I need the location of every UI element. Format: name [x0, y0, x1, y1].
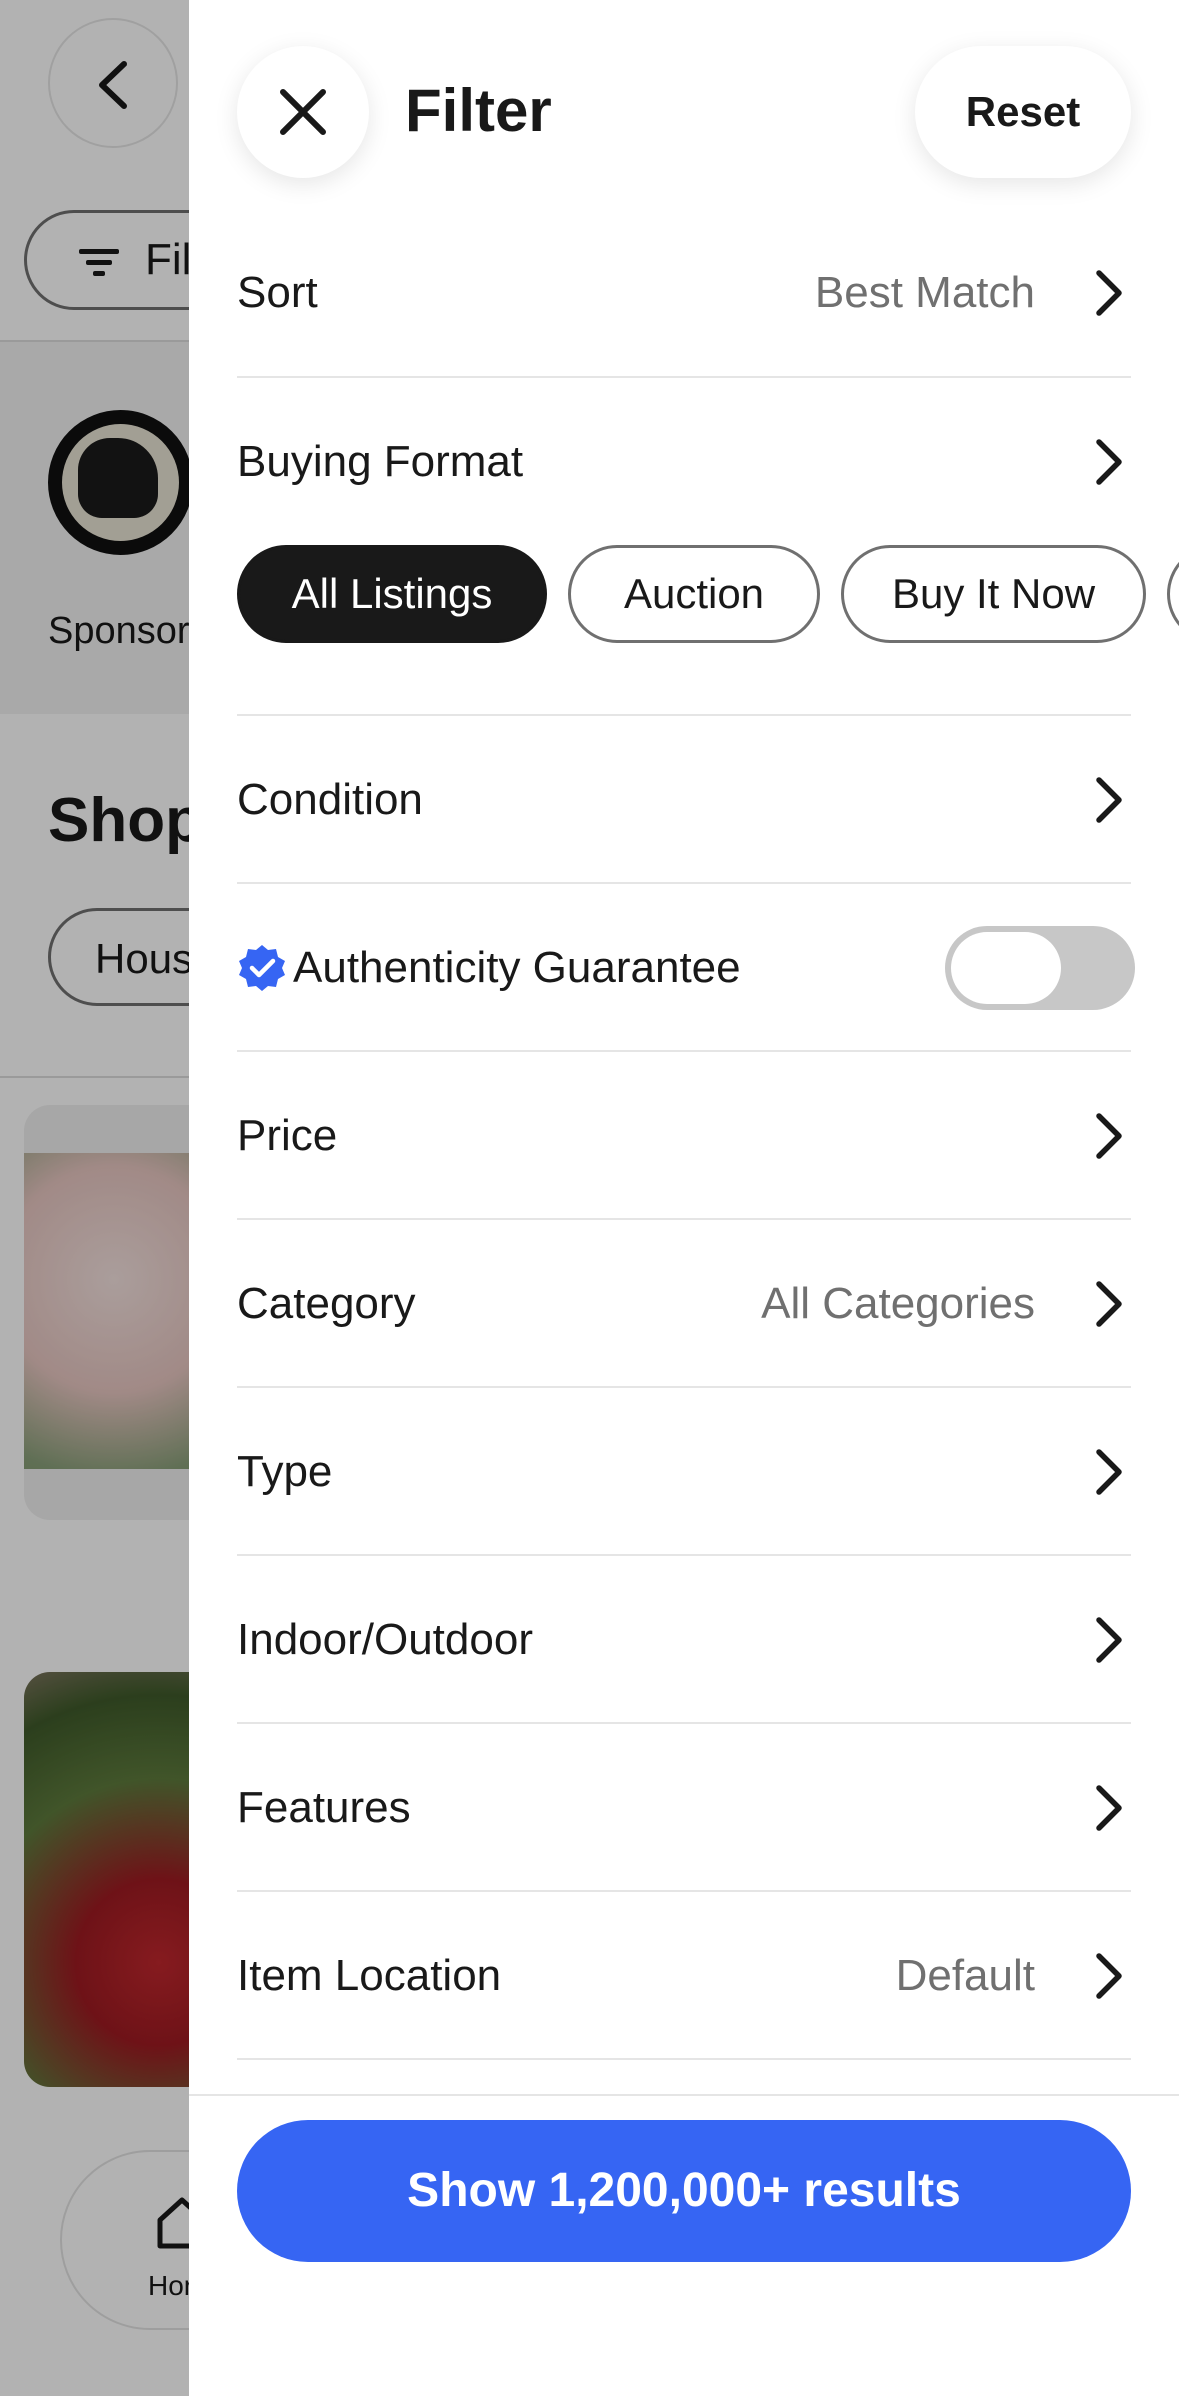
chevron-right-icon [1096, 1785, 1122, 1831]
indoor-outdoor-row[interactable]: Indoor/Outdoor [237, 1556, 1131, 1724]
authenticity-toggle[interactable] [945, 926, 1135, 1010]
buying-format-chips: All Listings Auction Buy It Now [237, 545, 1179, 645]
item-location-value: Default [895, 1951, 1035, 2000]
divider [237, 2058, 1131, 2060]
show-results-button[interactable]: Show 1,200,000+ results [237, 2120, 1131, 2262]
filter-footer: Show 1,200,000+ results [189, 2094, 1179, 2396]
type-label: Type [237, 1447, 333, 1496]
buying-format-row[interactable]: Buying Format [237, 378, 1131, 546]
filter-panel: Filter Reset Sort Best Match Buying Form… [189, 0, 1179, 2396]
toggle-knob [951, 932, 1061, 1004]
chevron-right-icon [1096, 270, 1122, 316]
features-label: Features [237, 1783, 411, 1832]
close-button[interactable] [237, 46, 369, 178]
price-row[interactable]: Price [237, 1052, 1131, 1220]
close-icon [280, 89, 326, 135]
chip-more[interactable] [1167, 545, 1179, 643]
chevron-right-icon [1096, 1449, 1122, 1495]
chip-buy-it-now[interactable]: Buy It Now [841, 545, 1146, 643]
category-label: Category [237, 1279, 416, 1328]
authenticity-label: Authenticity Guarantee [293, 943, 741, 992]
category-value: All Categories [761, 1279, 1035, 1328]
item-location-row[interactable]: Item Location Default [237, 1892, 1131, 2060]
filter-header: Filter Reset [189, 0, 1179, 220]
chevron-right-icon [1096, 1281, 1122, 1327]
category-row[interactable]: Category All Categories [237, 1220, 1131, 1388]
sort-value: Best Match [814, 268, 1035, 317]
chevron-right-icon [1096, 439, 1122, 485]
chevron-right-icon [1096, 1113, 1122, 1159]
filter-title: Filter [405, 77, 552, 144]
chip-all-listings[interactable]: All Listings [237, 545, 547, 643]
type-row[interactable]: Type [237, 1388, 1131, 1556]
condition-label: Condition [237, 775, 423, 824]
chip-auction[interactable]: Auction [568, 545, 820, 643]
chevron-right-icon [1096, 1953, 1122, 1999]
sort-label: Sort [237, 268, 318, 317]
authenticity-row: Authenticity Guarantee [237, 884, 1135, 1052]
chevron-right-icon [1096, 1617, 1122, 1663]
condition-row[interactable]: Condition [237, 716, 1131, 884]
buying-format-label: Buying Format [237, 437, 524, 486]
verified-check-icon [239, 945, 285, 991]
item-location-label: Item Location [237, 1951, 502, 2000]
price-label: Price [237, 1111, 338, 1160]
indoor-outdoor-label: Indoor/Outdoor [237, 1615, 533, 1664]
chevron-right-icon [1096, 777, 1122, 823]
features-row[interactable]: Features [237, 1724, 1131, 1892]
reset-button[interactable]: Reset [915, 46, 1131, 178]
sort-row[interactable]: Sort Best Match [237, 209, 1131, 377]
